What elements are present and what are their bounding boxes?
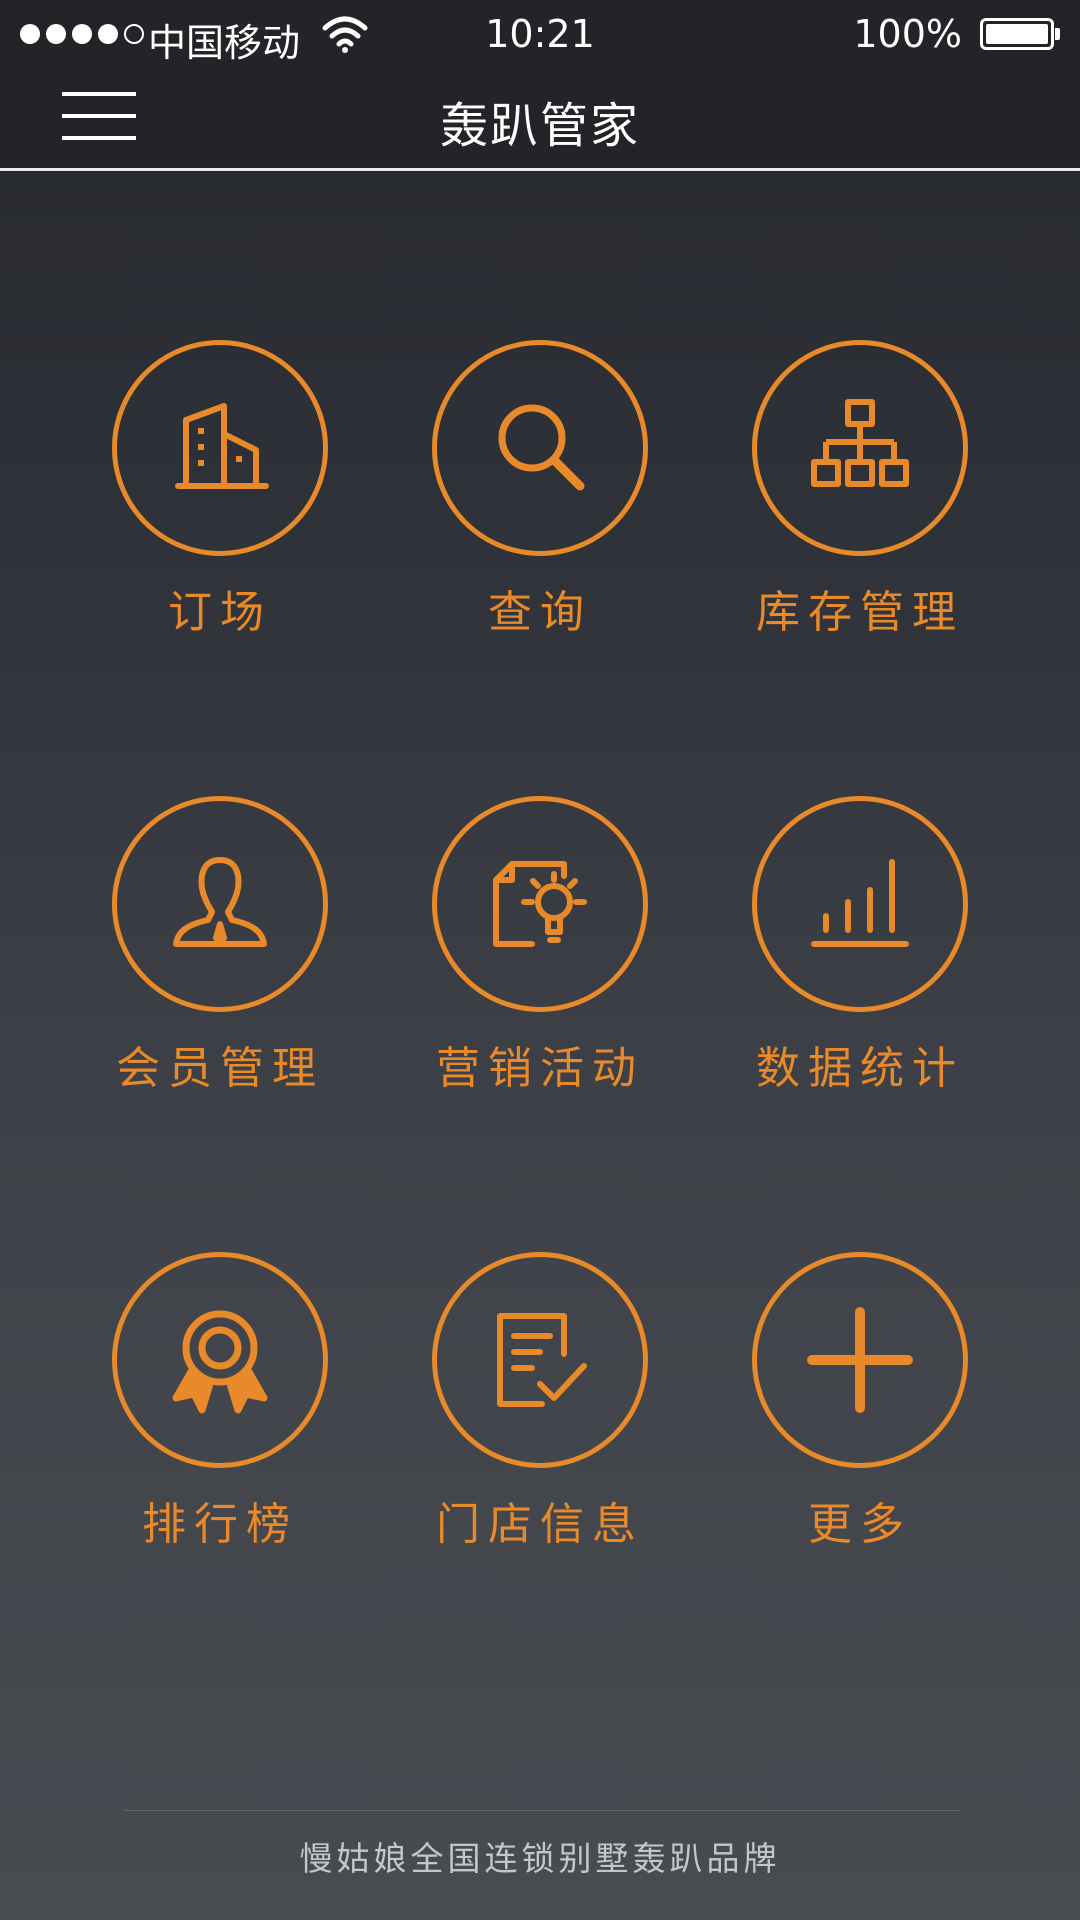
award-medal-icon bbox=[112, 1252, 328, 1468]
navigation-bar: 轰趴管家 bbox=[0, 66, 1080, 171]
menu-item-label: 门店信息 bbox=[436, 1499, 644, 1550]
menu-item-statistics[interactable]: 数据统计 bbox=[700, 796, 1020, 1096]
menu-item-query[interactable]: 查询 bbox=[380, 340, 700, 640]
menu-item-label: 库存管理 bbox=[756, 587, 964, 638]
status-bar: 中国移动 10:21 100% bbox=[0, 0, 1080, 66]
footer-brand-text: 慢姑娘全国连锁别墅轰趴品牌 bbox=[299, 1839, 781, 1878]
plus-icon bbox=[752, 1252, 968, 1468]
menu-item-label: 排行榜 bbox=[142, 1499, 298, 1550]
idea-document-icon bbox=[432, 796, 648, 1012]
org-chart-icon bbox=[752, 340, 968, 556]
battery-percent: 100% bbox=[853, 12, 962, 56]
menu-item-more[interactable]: 更多 bbox=[700, 1252, 1020, 1552]
menu-item-label: 数据统计 bbox=[756, 1043, 964, 1094]
menu-item-members[interactable]: 会员管理 bbox=[60, 796, 380, 1096]
menu-item-label: 更多 bbox=[808, 1499, 912, 1550]
building-icon bbox=[112, 340, 328, 556]
bar-chart-icon bbox=[752, 796, 968, 1012]
menu-item-label: 查询 bbox=[488, 587, 592, 638]
battery-icon bbox=[980, 18, 1054, 50]
footer-divider bbox=[124, 1810, 960, 1811]
menu-item-booking[interactable]: 订场 bbox=[60, 340, 380, 640]
page-title: 轰趴管家 bbox=[439, 98, 640, 154]
menu-item-label: 会员管理 bbox=[116, 1043, 324, 1094]
menu-item-label: 订场 bbox=[168, 587, 272, 638]
menu-item-inventory[interactable]: 库存管理 bbox=[700, 340, 1020, 640]
menu-item-marketing[interactable]: 营销活动 bbox=[380, 796, 700, 1096]
checked-document-icon bbox=[432, 1252, 648, 1468]
menu-item-ranking[interactable]: 排行榜 bbox=[60, 1252, 380, 1552]
member-icon bbox=[112, 796, 328, 1012]
menu-item-store-info[interactable]: 门店信息 bbox=[380, 1252, 700, 1552]
menu-item-label: 营销活动 bbox=[436, 1043, 644, 1094]
search-icon bbox=[432, 340, 648, 556]
